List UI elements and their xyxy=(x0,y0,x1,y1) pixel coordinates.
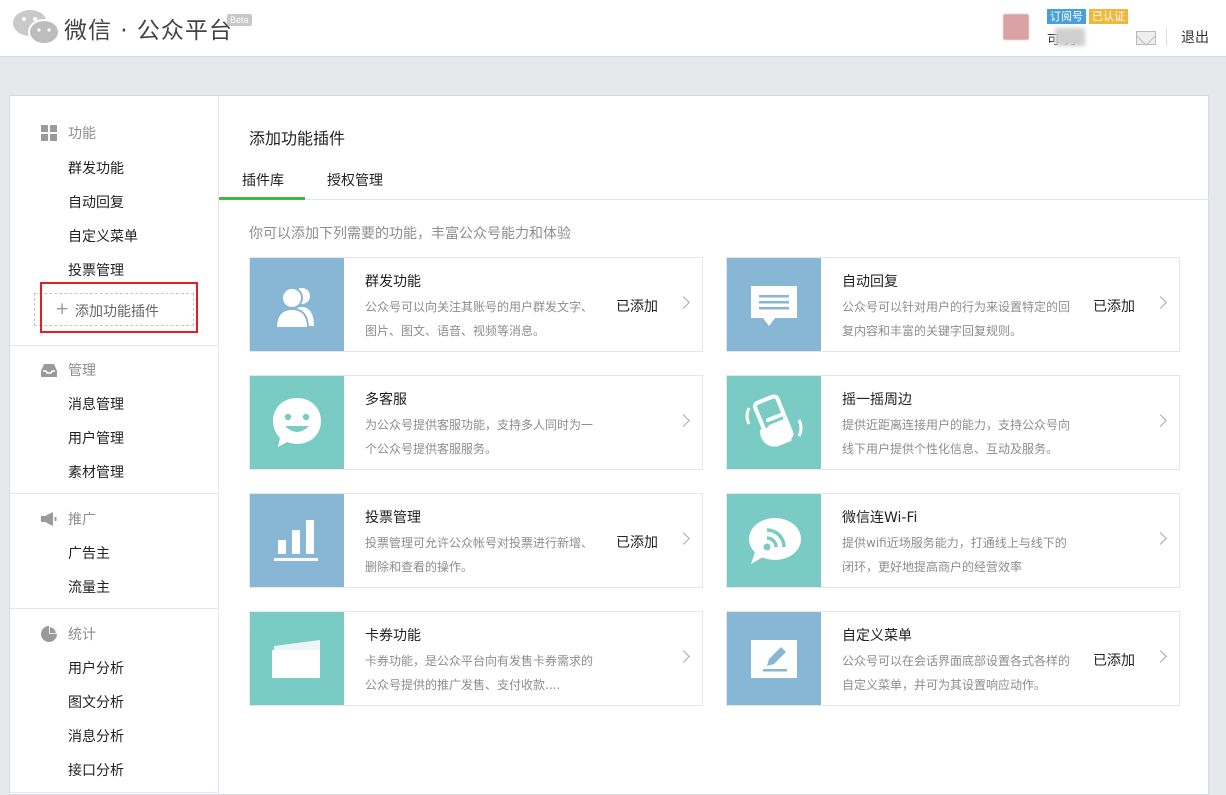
shake-icon xyxy=(727,376,821,469)
sidebar-item-messages[interactable]: 消息管理 xyxy=(68,394,124,414)
chevron-right-icon[interactable] xyxy=(1154,532,1167,545)
inbox-icon xyxy=(41,364,57,377)
plugin-description: 卡券功能，是公众平台向有发售卡券需求的公众号提供的推广发售、支付收款.... xyxy=(365,654,594,692)
plugin-description: 公众号可以针对用户的行为来设置特定的回复内容和丰富的关键字回复规则。 xyxy=(842,300,1071,338)
highlight-box xyxy=(40,282,198,333)
plugin-card-mass-send[interactable]: 群发功能 公众号可以向关注其账号的用户群发文字、图片、图文、语音、视频等消息。 … xyxy=(249,257,703,352)
plugin-title: 投票管理 xyxy=(365,510,421,526)
chevron-right-icon[interactable] xyxy=(677,414,690,427)
beta-badge: Beta xyxy=(227,14,252,26)
plugin-card-vote[interactable]: 投票管理 投票管理可允许公众帐号对投票进行新增、删除和查看的操作。 已添加 xyxy=(249,493,703,588)
plugin-status: 已添加 xyxy=(616,299,658,315)
chevron-right-icon[interactable] xyxy=(677,650,690,663)
plugin-description: 公众号可以在会话界面底部设置各式各样的自定义菜单，并可为其设置响应动作。 xyxy=(842,654,1071,692)
plugin-card-coupon[interactable]: 卡券功能 卡券功能，是公众平台向有发售卡券需求的公众号提供的推广发售、支付收款.… xyxy=(249,611,703,706)
tab-authorization[interactable]: 授权管理 xyxy=(327,170,383,190)
nav-divider xyxy=(10,608,218,609)
pie-chart-icon xyxy=(41,626,57,642)
plugin-status: 已添加 xyxy=(616,535,658,551)
logout-link[interactable]: 退出 xyxy=(1181,27,1209,47)
wifi-icon xyxy=(727,494,821,587)
active-tab-indicator xyxy=(219,197,305,200)
page-title: 添加功能插件 xyxy=(249,129,346,148)
bar-chart-icon xyxy=(250,494,344,587)
plugin-card-custom-menu[interactable]: 自定义菜单 公众号可以在会话界面底部设置各式各样的自定义菜单，并可为其设置响应动… xyxy=(726,611,1180,706)
sidebar-item-api-analysis[interactable]: 接口分析 xyxy=(68,760,124,780)
sidebar-item-materials[interactable]: 素材管理 xyxy=(68,462,124,482)
account-name-blur xyxy=(1055,28,1085,46)
plugin-title: 自定义菜单 xyxy=(842,628,912,644)
sidebar-item-custom-menu[interactable]: 自定义菜单 xyxy=(68,226,138,246)
chevron-right-icon[interactable] xyxy=(677,296,690,309)
nav-divider xyxy=(10,792,218,793)
tab-bar: 插件库 授权管理 xyxy=(219,160,1209,200)
plugin-status: 已添加 xyxy=(1093,299,1135,315)
plugin-description: 投票管理可允许公众帐号对投票进行新增、删除和查看的操作。 xyxy=(365,536,594,574)
wechat-logo-icon[interactable] xyxy=(12,8,60,46)
sidebar: 功能 群发功能 自动回复 自定义菜单 投票管理 + 添加功能插件 管理 消息管理 xyxy=(10,96,219,795)
mail-icon[interactable] xyxy=(1136,31,1156,45)
verified-badge: 已认证 xyxy=(1089,9,1128,24)
chevron-right-icon[interactable] xyxy=(1154,650,1167,663)
sidebar-item-advertiser[interactable]: 广告主 xyxy=(68,543,110,563)
smile-icon xyxy=(250,376,344,469)
plugin-card-shake[interactable]: 摇一摇周边 提供近距离连接用户的能力，支持公众号向线下用户提供个性化信息、互动及… xyxy=(726,375,1180,470)
nav-divider xyxy=(10,493,218,494)
megaphone-icon xyxy=(41,512,57,526)
plugin-title: 多客服 xyxy=(365,392,407,408)
sidebar-item-users[interactable]: 用户管理 xyxy=(68,428,124,448)
plugin-status: 已添加 xyxy=(1093,653,1135,669)
nav-group-label: 功能 xyxy=(68,126,96,142)
avatar[interactable] xyxy=(1003,14,1029,40)
sidebar-item-mass-send[interactable]: 群发功能 xyxy=(68,158,124,178)
edit-icon xyxy=(727,612,821,705)
header-divider xyxy=(1166,28,1167,46)
main-container: 功能 群发功能 自动回复 自定义菜单 投票管理 + 添加功能插件 管理 消息管理 xyxy=(9,95,1209,795)
sidebar-item-publisher[interactable]: 流量主 xyxy=(68,577,110,597)
plugin-description: 提供近距离连接用户的能力，支持公众号向线下用户提供个性化信息、互动及服务。 xyxy=(842,418,1071,456)
plugin-title: 微信连Wi-Fi xyxy=(842,510,918,526)
nav-group-label: 管理 xyxy=(68,363,96,379)
grid-icon xyxy=(41,125,57,141)
chevron-right-icon[interactable] xyxy=(1154,296,1167,309)
chevron-right-icon[interactable] xyxy=(677,532,690,545)
chevron-right-icon[interactable] xyxy=(1154,414,1167,427)
plugin-title: 自动回复 xyxy=(842,274,898,290)
nav-divider xyxy=(10,345,218,346)
page-description: 你可以添加下列需要的功能，丰富公众号能力和体验 xyxy=(249,226,571,242)
plugin-title: 群发功能 xyxy=(365,274,421,290)
sidebar-item-message-analysis[interactable]: 消息分析 xyxy=(68,726,124,746)
top-header: 微信 · 公众平台 Beta 订阅号 已认证 可 力 退出 xyxy=(0,0,1226,57)
users-icon xyxy=(250,258,344,351)
subscription-badge: 订阅号 xyxy=(1047,9,1086,24)
card-icon xyxy=(250,612,344,705)
nav-group-label: 推广 xyxy=(68,512,96,528)
platform-title[interactable]: 微信 · 公众平台 xyxy=(64,11,233,45)
plugin-description: 提供wifi近场服务能力，打通线上与线下的闭环，更好地提高商户的经营效率 xyxy=(842,536,1067,574)
plugin-card-customer-service[interactable]: 多客服 为公众号提供客服功能，支持多人同时为一个公众号提供客服服务。 xyxy=(249,375,703,470)
sidebar-item-article-analysis[interactable]: 图文分析 xyxy=(68,692,124,712)
plugin-description: 公众号可以向关注其账号的用户群发文字、图片、图文、语音、视频等消息。 xyxy=(365,300,594,338)
plugin-title: 摇一摇周边 xyxy=(842,392,912,408)
tab-plugin-library[interactable]: 插件库 xyxy=(242,170,284,190)
sidebar-item-auto-reply[interactable]: 自动回复 xyxy=(68,192,124,212)
plugin-card-auto-reply[interactable]: 自动回复 公众号可以针对用户的行为来设置特定的回复内容和丰富的关键字回复规则。 … xyxy=(726,257,1180,352)
sidebar-item-user-analysis[interactable]: 用户分析 xyxy=(68,658,124,678)
message-icon xyxy=(727,258,821,351)
plugin-title: 卡券功能 xyxy=(365,628,421,644)
plugin-card-wifi[interactable]: 微信连Wi-Fi 提供wifi近场服务能力，打通线上与线下的闭环，更好地提高商户… xyxy=(726,493,1180,588)
nav-group-label: 统计 xyxy=(68,627,96,643)
plugin-description: 为公众号提供客服功能，支持多人同时为一个公众号提供客服服务。 xyxy=(365,418,594,456)
sidebar-item-vote[interactable]: 投票管理 xyxy=(68,260,124,280)
